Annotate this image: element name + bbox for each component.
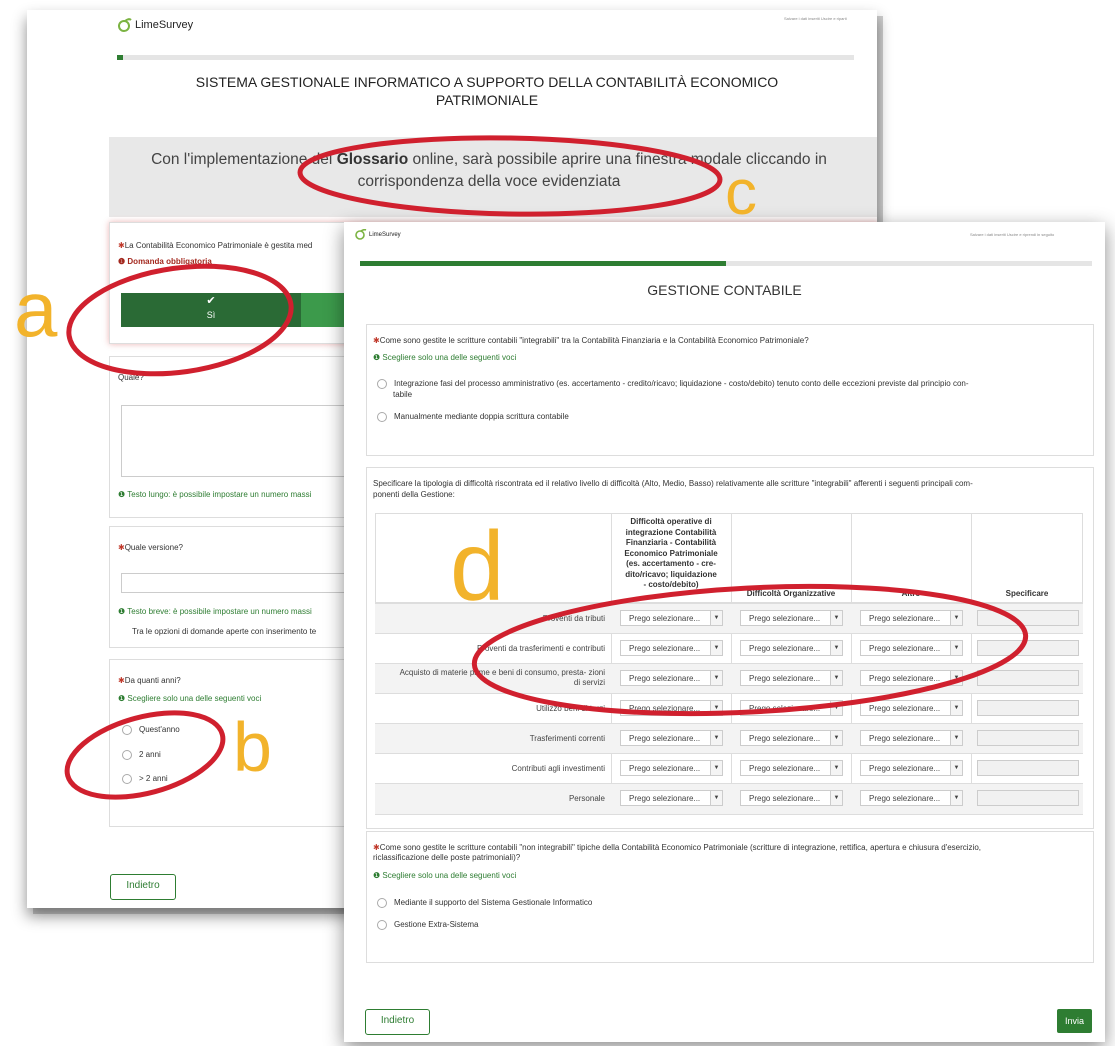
marker-a: a xyxy=(14,265,58,353)
marker-c: c xyxy=(725,156,757,228)
annotation-ring-a xyxy=(66,263,294,377)
marker-b: b xyxy=(233,708,272,786)
annotation-ring-c xyxy=(297,135,723,217)
annotation-ring-d xyxy=(471,583,1029,717)
annotation-ring-b xyxy=(64,710,226,800)
marker-d: d xyxy=(450,511,505,621)
annotation-layer xyxy=(64,135,1029,800)
